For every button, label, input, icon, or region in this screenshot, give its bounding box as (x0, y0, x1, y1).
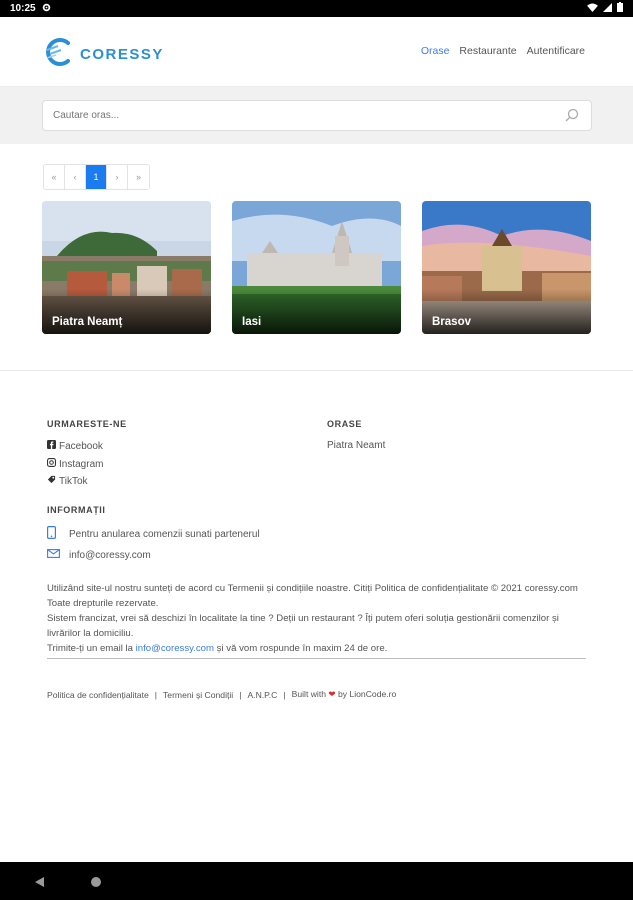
city-name: Iasi (242, 316, 262, 328)
city-card-iasi[interactable]: Iasi (232, 201, 401, 334)
nav-autentificare[interactable]: Autentificare (527, 45, 585, 57)
site-logo[interactable]: CORESSY (44, 37, 164, 72)
pagination: « ‹ 1 › » (43, 164, 150, 190)
cities-heading: ORASE (327, 419, 363, 429)
email-info[interactable]: info@coressy.com (47, 549, 151, 561)
nav-orase[interactable]: Orase (421, 45, 450, 57)
site-header: CORESSY Orase Restaurante Autentificare (0, 17, 633, 87)
terms-link[interactable]: Termeni și Condiții (163, 690, 233, 700)
nav-restaurante[interactable]: Restaurante (459, 45, 516, 57)
terms-notice: Utilizând site-ul nostru sunteți de acor… (47, 583, 578, 609)
back-icon[interactable] (33, 875, 45, 893)
search-input[interactable] (43, 101, 543, 130)
contact-email-link[interactable]: info@coressy.com (136, 643, 214, 654)
phone-icon (47, 526, 69, 542)
footer-bottom-links: Politica de confidențialitate | Termeni … (47, 689, 397, 700)
footer-paragraph: Utilizând site-ul nostru sunteți de acor… (47, 581, 592, 656)
heart-icon: ❤ (328, 689, 336, 699)
social-link-facebook[interactable]: Facebook (47, 440, 103, 452)
status-bar: 10:25 (0, 0, 633, 17)
info-heading: INFORMAȚII (47, 505, 106, 515)
social-link-instagram[interactable]: Instagram (47, 458, 103, 470)
anpc-link[interactable]: A.N.P.C (247, 690, 277, 700)
footer-city-link[interactable]: Piatra Neamt (327, 440, 385, 451)
settings-icon (42, 3, 51, 15)
city-card-brasov[interactable]: Brasov (422, 201, 591, 334)
signal-icon (603, 2, 612, 15)
wifi-icon (587, 2, 598, 15)
contact-notice: Trimite-ți un email la info@coressy.com … (47, 643, 388, 654)
main-nav: Orase Restaurante Autentificare (421, 45, 585, 57)
city-name: Piatra Neamț (52, 316, 123, 328)
phone-info: Pentru anularea comenzii sunati partener… (47, 526, 260, 542)
page-first-button[interactable]: « (44, 165, 65, 189)
instagram-icon (47, 458, 56, 470)
follow-heading: URMARESTE-NE (47, 419, 127, 429)
page-last-button[interactable]: » (128, 165, 149, 189)
battery-icon (617, 2, 623, 15)
franchise-notice: Sistem francizat, vrei să deschizi în lo… (47, 613, 559, 639)
privacy-link[interactable]: Politica de confidențialitate (47, 690, 149, 700)
footer-divider (0, 370, 633, 371)
built-with: Built with ❤ by LionCode.ro (291, 689, 397, 699)
search-band (0, 87, 633, 144)
city-card-piatra-neamt[interactable]: Piatra Neamț (42, 201, 211, 334)
envelope-icon (47, 549, 69, 561)
city-name: Brasov (432, 316, 471, 328)
page-prev-button[interactable]: ‹ (65, 165, 86, 189)
footer-rule (47, 658, 586, 659)
home-icon[interactable] (90, 875, 102, 893)
page-next-button[interactable]: › (107, 165, 128, 189)
social-link-tiktok[interactable]: TikTok (47, 475, 88, 487)
facebook-icon (47, 440, 56, 452)
status-time: 10:25 (10, 3, 36, 14)
brand-name: CORESSY (80, 46, 164, 63)
system-nav-bar (0, 862, 633, 900)
tiktok-icon (47, 475, 56, 487)
page-current-button[interactable]: 1 (86, 165, 107, 189)
coressy-logo-icon (44, 37, 76, 72)
search-icon[interactable] (565, 108, 579, 127)
search-box (42, 100, 592, 131)
